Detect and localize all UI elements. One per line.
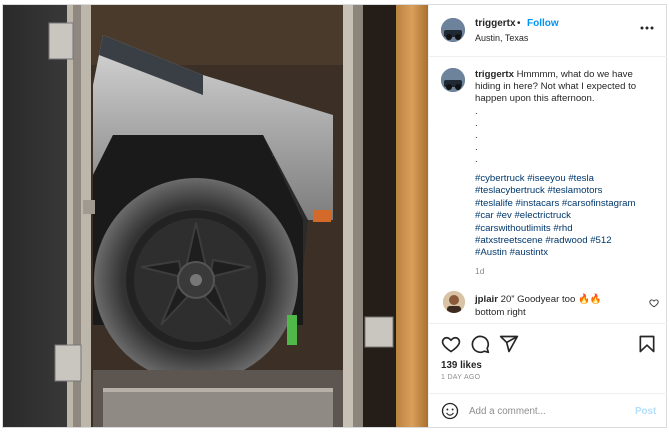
- share-icon[interactable]: [499, 334, 519, 354]
- caption-dot: .: [475, 142, 478, 154]
- post-comment-button[interactable]: Post: [635, 406, 656, 417]
- comment-icon[interactable]: [470, 334, 490, 354]
- post-date[interactable]: 1 DAY AGO: [441, 374, 480, 381]
- caption-avatar[interactable]: [441, 68, 465, 92]
- post-photo[interactable]: [3, 5, 428, 427]
- commenter-avatar[interactable]: [443, 291, 465, 313]
- header-separator: •: [517, 18, 521, 29]
- add-comment-bar: Post: [429, 393, 667, 427]
- comment-item: jplair 20” Goodyear too 🔥🔥 bottom right: [429, 285, 667, 325]
- caption-dot: .: [475, 105, 478, 117]
- bookmark-icon[interactable]: [637, 334, 657, 354]
- post-location[interactable]: Austin, Texas: [475, 33, 528, 43]
- instagram-post: triggertx • Follow Austin, Texas trigger…: [2, 4, 667, 428]
- caption-dot: .: [475, 130, 478, 142]
- post-caption: triggertx Hmmmm, what do we have hiding …: [429, 57, 667, 276]
- cybertruck-trailer-image: [3, 5, 428, 427]
- commenter-username[interactable]: jplair: [475, 294, 498, 305]
- post-actions: 139 likes 1 DAY AGO: [429, 323, 667, 395]
- post-side-panel: triggertx • Follow Austin, Texas trigger…: [428, 5, 667, 427]
- caption-age[interactable]: 1d: [475, 266, 484, 276]
- hashtag-line[interactable]: #carswithoutlimits #rhd: [475, 223, 660, 235]
- hashtag-line[interactable]: #teslacybertruck #teslamotors: [475, 185, 660, 197]
- hashtag-line[interactable]: #teslalife #instacars #carsofinstagram: [475, 198, 660, 210]
- caption-username[interactable]: triggertx: [475, 69, 514, 80]
- caption-line-3: happen upon this afternoon.: [475, 93, 595, 105]
- follow-button[interactable]: Follow: [527, 18, 559, 29]
- caption-line-1: Hmmmm, what do we have: [516, 69, 633, 80]
- heart-small-icon[interactable]: [649, 298, 659, 308]
- comment-text: jplair 20” Goodyear too 🔥🔥 bottom right: [475, 293, 650, 319]
- hashtag-line[interactable]: #cybertruck #iseeyou #tesla: [475, 173, 660, 185]
- emoji-icon[interactable]: [441, 402, 459, 420]
- heart-icon[interactable]: [441, 334, 461, 354]
- comment-body: 20” Goodyear too 🔥🔥: [500, 294, 602, 305]
- post-header: triggertx • Follow Austin, Texas: [429, 5, 667, 57]
- like-count[interactable]: 139 likes: [441, 360, 482, 371]
- hashtag-line[interactable]: #atxstreetscene #radwood #512: [475, 235, 660, 247]
- more-options-icon[interactable]: [640, 23, 654, 33]
- comment-body-line-2: bottom right: [475, 307, 526, 318]
- caption-dot: .: [475, 117, 478, 129]
- caption-text: triggertx Hmmmm, what do we have hiding …: [475, 69, 660, 167]
- hashtag-line[interactable]: #car #ev #electrictruck: [475, 210, 660, 222]
- caption-dot: .: [475, 154, 478, 166]
- author-avatar[interactable]: [441, 18, 465, 42]
- comment-input[interactable]: [469, 402, 619, 420]
- hashtag-line[interactable]: #Austin #austintx: [475, 247, 660, 259]
- hashtag-list: #cybertruck #iseeyou #tesla #teslacybert…: [475, 173, 660, 260]
- author-username[interactable]: triggertx: [475, 18, 516, 29]
- caption-line-2: hiding in here? Not what I expected to: [475, 81, 637, 93]
